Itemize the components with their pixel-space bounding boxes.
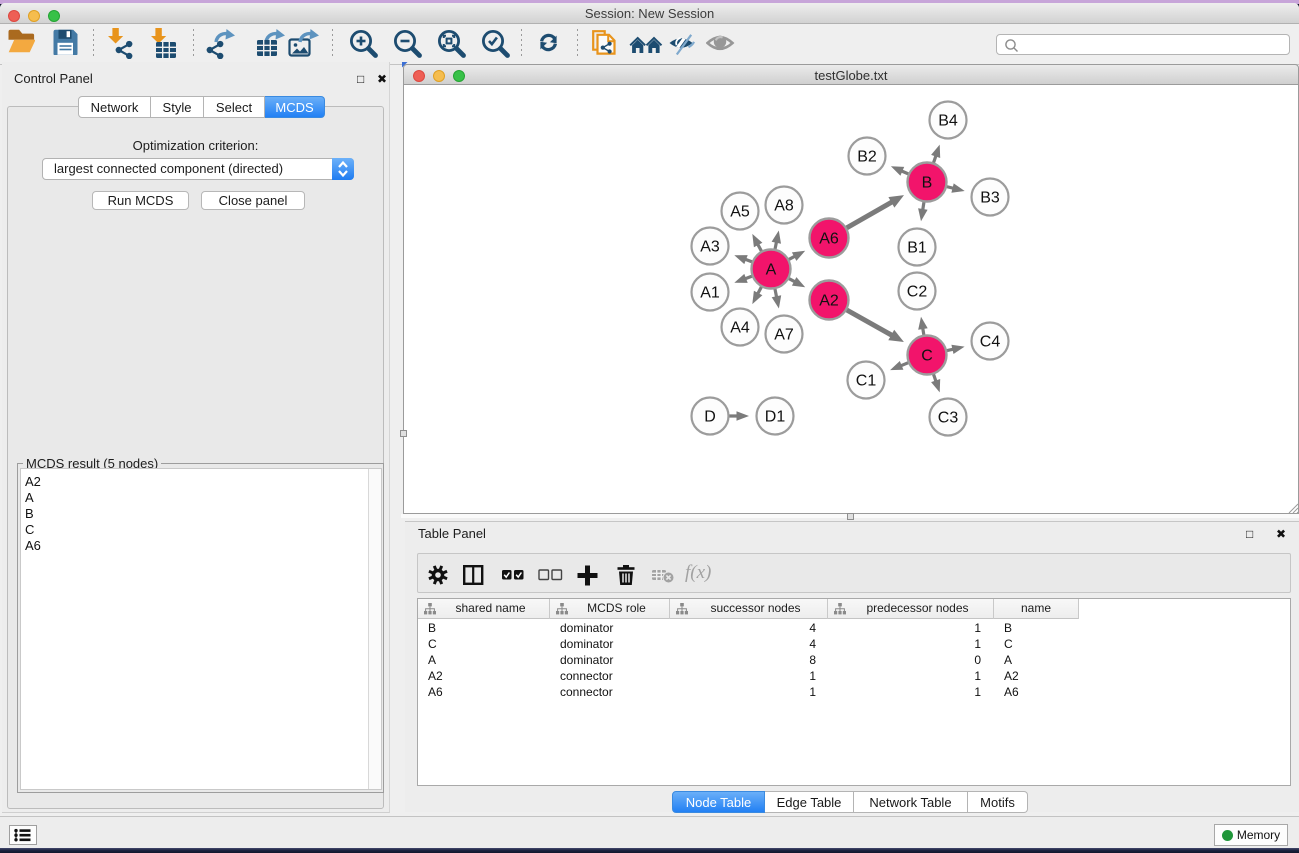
svg-text:A8: A8 xyxy=(774,198,794,215)
svg-text:B3: B3 xyxy=(980,190,1000,207)
svg-text:B1: B1 xyxy=(907,240,927,257)
svg-text:C: C xyxy=(921,348,933,365)
svg-text:D: D xyxy=(704,409,716,426)
svg-text:C2: C2 xyxy=(907,284,928,301)
svg-text:A7: A7 xyxy=(774,327,794,344)
svg-text:A2: A2 xyxy=(819,293,839,310)
svg-text:B4: B4 xyxy=(938,113,958,130)
svg-text:A6: A6 xyxy=(819,231,839,248)
svg-text:A3: A3 xyxy=(700,239,720,256)
svg-text:A: A xyxy=(766,262,777,279)
svg-text:C1: C1 xyxy=(856,373,877,390)
svg-text:C3: C3 xyxy=(938,410,959,427)
svg-text:A4: A4 xyxy=(730,320,750,337)
svg-text:A5: A5 xyxy=(730,204,750,221)
svg-text:B: B xyxy=(922,175,933,192)
svg-text:A1: A1 xyxy=(700,285,720,302)
svg-text:D1: D1 xyxy=(765,409,786,426)
svg-text:C4: C4 xyxy=(980,334,1001,351)
svg-text:B2: B2 xyxy=(857,149,877,166)
